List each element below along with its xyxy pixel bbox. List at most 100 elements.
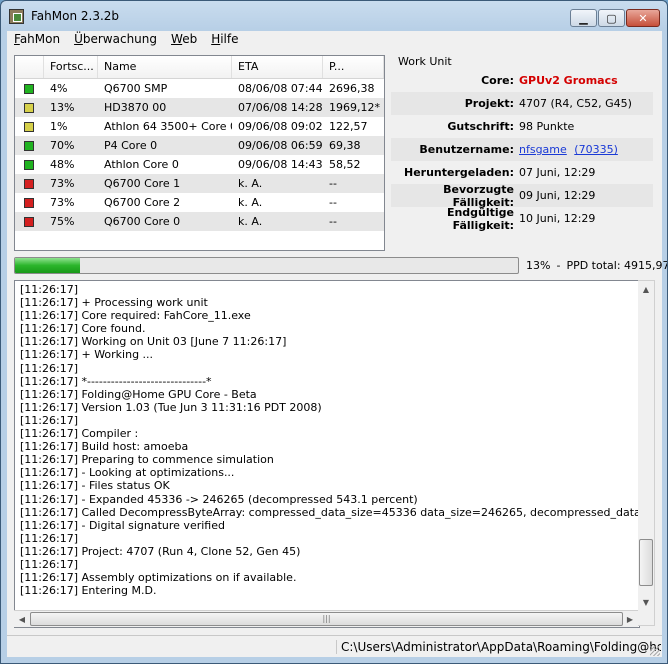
- client-ppd-cell: 69,38: [329, 139, 361, 152]
- wu-row-endgueltige-faelligkeit: Endgültige Fälligkeit: 10 Juni, 12:29: [391, 206, 653, 232]
- client-ppd-cell: 58,52: [329, 158, 361, 171]
- client-ppd-cell: 2696,38: [329, 82, 375, 95]
- wu-label-benutzername: Benutzername:: [419, 143, 514, 156]
- client-name-cell: Q6700 Core 0: [104, 215, 181, 228]
- client-progress-cell: 70%: [50, 139, 75, 152]
- log-line: [11:26:17] Entering M.D.: [20, 584, 157, 598]
- client-area: FahMon Überwachung Web Hilfe Fortsc... N…: [7, 31, 667, 658]
- client-name-cell: P4 Core 0: [104, 139, 158, 152]
- client-row[interactable]: 1% Athlon 64 3500+ Core 0 09/06/08 09:02 12…: [15, 117, 384, 136]
- client-eta-cell: 08/06/08 07:44: [238, 82, 323, 95]
- log-line: [11:26:17] Preparing to commence simulat…: [20, 453, 274, 467]
- maximize-button[interactable]: ▢: [598, 9, 625, 27]
- minimize-button[interactable]: ▁: [570, 9, 597, 27]
- client-name-cell: Q6700 SMP: [104, 82, 168, 95]
- column-eta[interactable]: ETA: [232, 56, 323, 78]
- status-cell: [15, 216, 44, 227]
- status-bar: C:\Users\Administrator\AppData\Roaming\F…: [7, 635, 662, 658]
- client-ppd-cell: --: [329, 196, 337, 209]
- wu-value-bevorzugte-faelligkeit: 09 Juni, 12:29: [519, 189, 596, 202]
- log-horizontal-scrollbar[interactable]: ◀ ||| ▶: [14, 610, 638, 627]
- log-line: [11:26:17] Version 1.03 (Tue Jun 3 11:31…: [20, 400, 322, 414]
- status-cell: [15, 197, 44, 208]
- log-line: [11:26:17] Working on Unit 03 [June 7 11…: [20, 335, 287, 349]
- log-vertical-scrollbar[interactable]: ▲ ▼: [638, 280, 655, 626]
- client-name-cell: Q6700 Core 2: [104, 196, 181, 209]
- scroll-down-icon[interactable]: ▼: [638, 594, 654, 610]
- client-row[interactable]: 75% Q6700 Core 0 k. A. --: [15, 212, 384, 231]
- maximize-icon: ▢: [606, 11, 617, 25]
- client-rows: 4% Q6700 SMP 08/06/08 07:44 2696,38 13% HD387…: [15, 79, 384, 231]
- log-line: [11:26:17]: [20, 531, 78, 545]
- client-row[interactable]: 48% Athlon Core 0 09/06/08 14:43 58,52: [15, 155, 384, 174]
- status-cell: [15, 83, 44, 94]
- client-eta-cell: 09/06/08 14:43: [238, 158, 323, 171]
- wu-value-projekt: 4707 (R4, C52, G45): [519, 97, 632, 110]
- scroll-up-icon[interactable]: ▲: [638, 281, 654, 297]
- client-row[interactable]: 70% P4 Core 0 09/06/08 06:59 69,38: [15, 136, 384, 155]
- close-button[interactable]: ✕: [626, 9, 660, 27]
- client-row[interactable]: 13% HD3870 00 07/06/08 14:28 1969,12*: [15, 98, 384, 117]
- wu-value-heruntergeladen: 07 Juni, 12:29: [519, 166, 596, 179]
- fahmon-app-icon[interactable]: [9, 9, 24, 24]
- status-cell: [15, 121, 44, 132]
- client-row[interactable]: 73% Q6700 Core 2 k. A. --: [15, 193, 384, 212]
- log-line: [11:26:17] - Files status OK: [20, 479, 170, 493]
- client-progress-cell: 73%: [50, 177, 75, 190]
- column-progress[interactable]: Fortsc...: [44, 56, 98, 78]
- scroll-left-icon[interactable]: ◀: [14, 611, 30, 627]
- log-line: [11:26:17] - Looking at optimizations...: [20, 466, 235, 480]
- vertical-scroll-thumb[interactable]: [639, 539, 653, 586]
- menu-web[interactable]: Web: [164, 31, 204, 49]
- log-line: [11:26:17] + Processing work unit: [20, 296, 208, 310]
- status-cell: [15, 178, 44, 189]
- main-window: FahMon 2.3.2b ▁ ▢ ✕ FahMon Überwachung W…: [0, 0, 668, 664]
- log-line: [11:26:17] *----------------------------…: [20, 374, 212, 388]
- menu-bar: FahMon Überwachung Web Hilfe: [7, 31, 662, 49]
- client-name-cell: HD3870 00: [104, 101, 167, 114]
- client-status-icon: [24, 197, 34, 208]
- progress-summary: 13% - PPD total: 4915,97: [526, 259, 667, 272]
- column-ppd[interactable]: P...: [323, 56, 384, 78]
- wu-row-heruntergeladen: Heruntergeladen: 07 Juni, 12:29: [391, 161, 653, 184]
- client-name-cell: Athlon Core 0: [104, 158, 179, 171]
- log-line: [11:26:17] Project: 4707 (Run 4, Clone 5…: [20, 544, 301, 558]
- wu-row-benutzername: Benutzername: nfsgame (70335): [391, 138, 653, 161]
- wu-row-bevorzugte-faelligkeit: Bevorzugte Fälligkeit: 09 Juni, 12:29: [391, 183, 653, 209]
- horizontal-scroll-thumb[interactable]: |||: [30, 612, 623, 626]
- menu-fahmon[interactable]: FahMon: [7, 31, 67, 49]
- wu-row-projekt: Projekt: 4707 (R4, C52, G45): [391, 92, 653, 115]
- wu-value-benutzername: nfsgame (70335): [519, 143, 653, 156]
- wu-label-projekt: Projekt:: [464, 97, 514, 110]
- username-link[interactable]: nfsgame: [519, 143, 567, 156]
- client-ppd-cell: 122,57: [329, 120, 368, 133]
- client-row[interactable]: 4% Q6700 SMP 08/06/08 07:44 2696,38: [15, 79, 384, 98]
- client-eta-cell: k. A.: [238, 196, 263, 209]
- menu-ueberwachung[interactable]: Überwachung: [67, 31, 164, 49]
- client-progress-cell: 4%: [50, 82, 68, 95]
- menu-hilfe[interactable]: Hilfe: [204, 31, 245, 49]
- client-status-icon: [24, 140, 34, 151]
- log-lines: [11:26:17] [11:26:17] + Processing work u…: [20, 283, 639, 598]
- log-view[interactable]: [11:26:17] [11:26:17] + Processing work u…: [14, 280, 640, 628]
- wu-value-core: GPUv2 Gromacs: [519, 74, 618, 87]
- client-ppd-cell: --: [329, 177, 337, 190]
- wu-value-gutschrift: 98 Punkte: [519, 120, 575, 133]
- client-row[interactable]: 73% Q6700 Core 1 k. A. --: [15, 174, 384, 193]
- scroll-right-icon[interactable]: ▶: [622, 611, 638, 627]
- log-line: [11:26:17] Folding@Home GPU Core - Beta: [20, 387, 257, 401]
- log-line: [11:26:17]: [20, 283, 78, 296]
- log-line: [11:26:17] Core required: FahCore_11.exe: [20, 309, 251, 323]
- client-status-icon: [24, 83, 34, 94]
- title-bar[interactable]: FahMon 2.3.2b ▁ ▢ ✕: [1, 1, 667, 31]
- resize-grip-icon[interactable]: [650, 646, 660, 656]
- client-list[interactable]: Fortsc... Name ETA P... 4% Q6700 SMP 08/06…: [14, 55, 385, 251]
- work-unit-progress-bar: [14, 257, 519, 274]
- team-link[interactable]: (70335): [574, 143, 618, 156]
- log-line: [11:26:17] Core found.: [20, 322, 146, 336]
- column-name[interactable]: Name: [98, 56, 232, 78]
- log-line: [11:26:17]: [20, 413, 78, 427]
- work-unit-title: Work Unit: [398, 55, 452, 68]
- column-status[interactable]: [15, 56, 44, 78]
- window-title: FahMon 2.3.2b: [31, 9, 120, 23]
